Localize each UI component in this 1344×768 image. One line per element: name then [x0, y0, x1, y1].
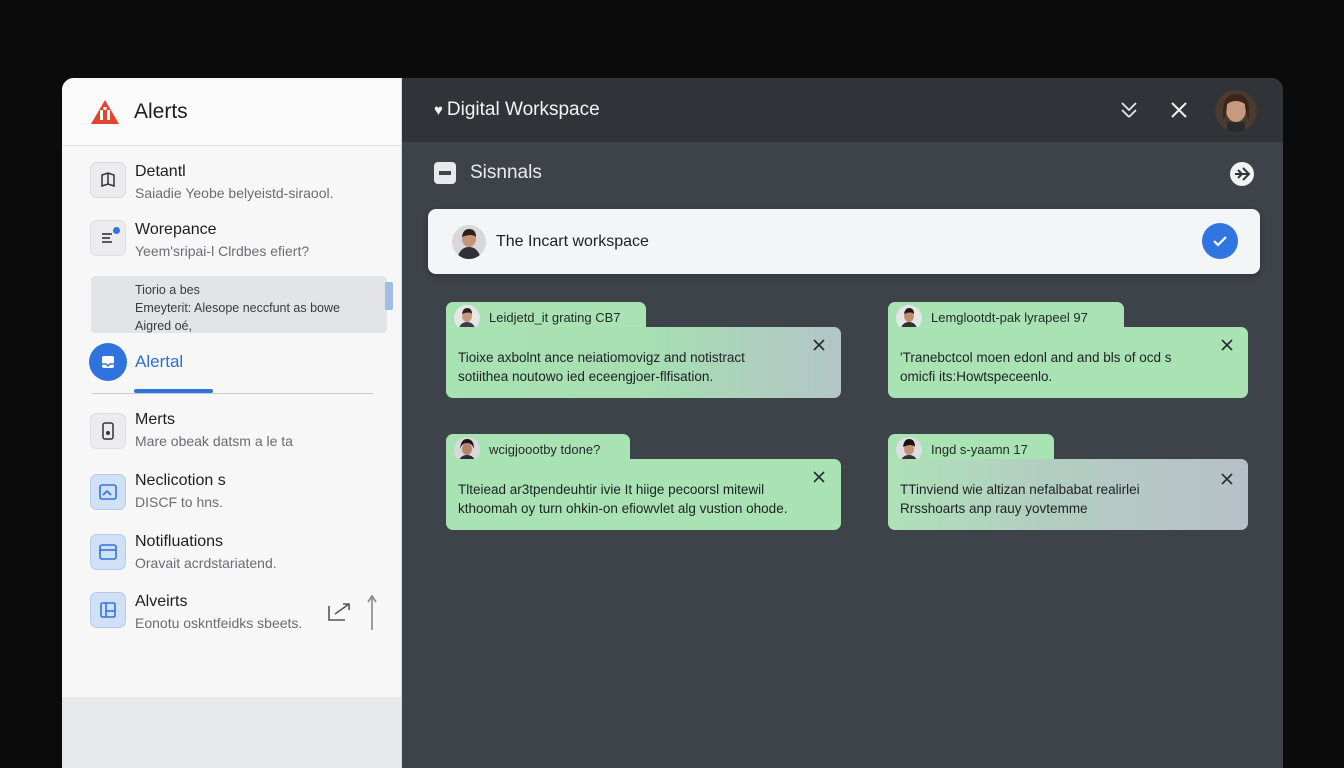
list-icon: [90, 220, 126, 256]
sidebar-header: Alerts: [62, 78, 401, 146]
tip-line: Emeyterit: Alesope neccfunt as bowe: [135, 301, 340, 315]
sidebar-item-alveirts[interactable]: Alveirts Eonotu oskntfeidks sbeets.: [90, 592, 302, 633]
dismiss-button[interactable]: [1218, 336, 1236, 354]
sidebar-footer: [62, 697, 401, 768]
close-icon: [1221, 339, 1233, 351]
image-icon: [90, 474, 126, 510]
plane-icon: [1230, 162, 1254, 186]
sidebar-item-notifluations[interactable]: Notifluations Oravait acrdstariatend.: [90, 532, 277, 573]
dismiss-button[interactable]: [810, 468, 828, 486]
sidebar-item-title: Worepance: [135, 221, 217, 238]
sidebar-item-title: Merts: [135, 411, 175, 428]
card-body: TTinviend wie altizan nefalbabat realirl…: [888, 459, 1248, 530]
inbox-icon: [89, 343, 127, 381]
confirm-button[interactable]: [1202, 223, 1238, 259]
sidebar-item-title: Neclicotion s: [135, 472, 226, 489]
window-icon: [90, 534, 126, 570]
sidebar-item-subtitle: Saiadie Yeobe belyeistd-siraool.: [135, 185, 334, 201]
alert-logo-icon: [91, 99, 119, 124]
card-body: Tioixe axbolnt ance neiatiomovigz and no…: [446, 327, 841, 398]
sidebar: Alerts Detantl Saiadie Yeobe belyeistd-s…: [62, 78, 402, 768]
sidebar-item-title: Detantl: [135, 163, 186, 180]
card-text-line: 'Tranebctcol moen edonl and and bls of o…: [900, 350, 1172, 365]
sidebar-item-subtitle: Mare obeak datsm a le ta: [135, 433, 293, 449]
check-icon: [1213, 236, 1227, 247]
export-icon[interactable]: [325, 600, 355, 624]
sidebar-item-subtitle: DISCF to hns.: [135, 494, 223, 510]
dismiss-button[interactable]: [1218, 470, 1236, 488]
sidebar-divider: [92, 393, 373, 394]
scroll-marker[interactable]: [385, 282, 393, 310]
sidebar-item-detantl[interactable]: Detantl Saiadie Yeobe belyeistd-siraool.: [90, 162, 333, 203]
card-text-line: Tlteiead ar3tpendeuhtir ivie It hiige pe…: [458, 482, 765, 497]
tip-line: Tiorio a bes: [135, 283, 200, 297]
card-title: Ingd s-yaamn 17: [931, 442, 1028, 457]
card-text-line: TTinviend wie altizan nefalbabat realirl…: [900, 482, 1140, 497]
close-icon: [813, 339, 825, 351]
layout-icon: [90, 592, 126, 628]
user-avatar[interactable]: [1215, 90, 1257, 132]
app-window: Alerts Detantl Saiadie Yeobe belyeistd-s…: [62, 78, 1283, 768]
sidebar-title: Alerts: [134, 99, 188, 123]
collapse-button[interactable]: [1115, 96, 1143, 124]
card-text-line: Rrsshoarts anp rauy yovtemme: [900, 501, 1088, 516]
card-title: Lemglootdt-pak lyrapeel 97: [931, 310, 1088, 325]
minimize-icon[interactable]: [434, 162, 456, 184]
card-text-line: Tioixe axbolnt ance neiatiomovigz and no…: [458, 350, 745, 365]
close-icon: [1221, 473, 1233, 485]
dismiss-button[interactable]: [810, 336, 828, 354]
unread-dot: [113, 227, 120, 234]
sidebar-item-subtitle: Yeem'sripai-l Clrdbes efiert?: [135, 243, 310, 259]
banner-text: The Incart workspace: [496, 232, 649, 250]
banner-avatar: [452, 224, 486, 259]
sidebar-item-subtitle: Oravait acrdstariatend.: [135, 555, 277, 571]
card-text-line: omicfi its:Howtspeceenlo.: [900, 369, 1053, 384]
section-title: Sisnnals: [470, 162, 542, 183]
card-title: Leidjetd_it grating CB7: [489, 310, 621, 325]
card-title: wcigjoootby tdone?: [489, 442, 601, 457]
signals-header: Sisnnals: [434, 162, 542, 184]
card-text-line: sotiithea noutowo ied eceengjoer-flfisat…: [458, 369, 714, 384]
topbar: ♥ Digital Workspace: [402, 78, 1283, 142]
card-body: Tlteiead ar3tpendeuhtir ivie It hiige pe…: [446, 459, 841, 530]
collapse-icon: [1121, 102, 1137, 118]
sidebar-extra-controls: [325, 592, 379, 632]
app-title: Digital Workspace: [446, 99, 600, 120]
tablet-icon: [90, 413, 126, 449]
workspace-banner[interactable]: The Incart workspace: [428, 209, 1260, 274]
sidebar-item-worepance[interactable]: Worepance Yeem'sripai-l Clrdbes efiert?: [90, 220, 309, 261]
sidebar-item-label: Alertal: [135, 352, 184, 371]
heart-icon: ♥: [434, 101, 443, 119]
close-icon: [813, 471, 825, 483]
sidebar-item-alertal[interactable]: Alertal: [89, 343, 183, 381]
scroll-up-icon[interactable]: [365, 592, 379, 632]
sidebar-item-neclicotions[interactable]: Neclicotion s DISCF to hns.: [90, 471, 226, 512]
tip-line: Aigred oé,: [135, 319, 192, 333]
app-brand: ♥ Digital Workspace: [434, 99, 600, 121]
sidebar-item-title: Notifluations: [135, 533, 224, 550]
sidebar-item-merts[interactable]: Merts Mare obeak datsm a le ta: [90, 410, 293, 451]
sidebar-item-subtitle: Eonotu oskntfeidks sbeets.: [135, 615, 303, 631]
compose-button[interactable]: [1229, 161, 1255, 187]
close-button[interactable]: [1165, 96, 1193, 124]
card-body: 'Tranebctcol moen edonl and and bls of o…: [888, 327, 1248, 398]
book-icon: [90, 162, 126, 198]
sidebar-item-title: Alveirts: [135, 593, 188, 610]
sidebar-tip[interactable]: Tiorio a bes Emeyterit: Alesope neccfunt…: [91, 276, 387, 333]
main-panel: ♥ Digital Workspace Sisnnals The Incart …: [402, 78, 1283, 768]
card-text-line: kthoomah oy turn ohkin-on efiowvlet alg …: [458, 501, 788, 516]
close-icon: [1171, 102, 1187, 118]
